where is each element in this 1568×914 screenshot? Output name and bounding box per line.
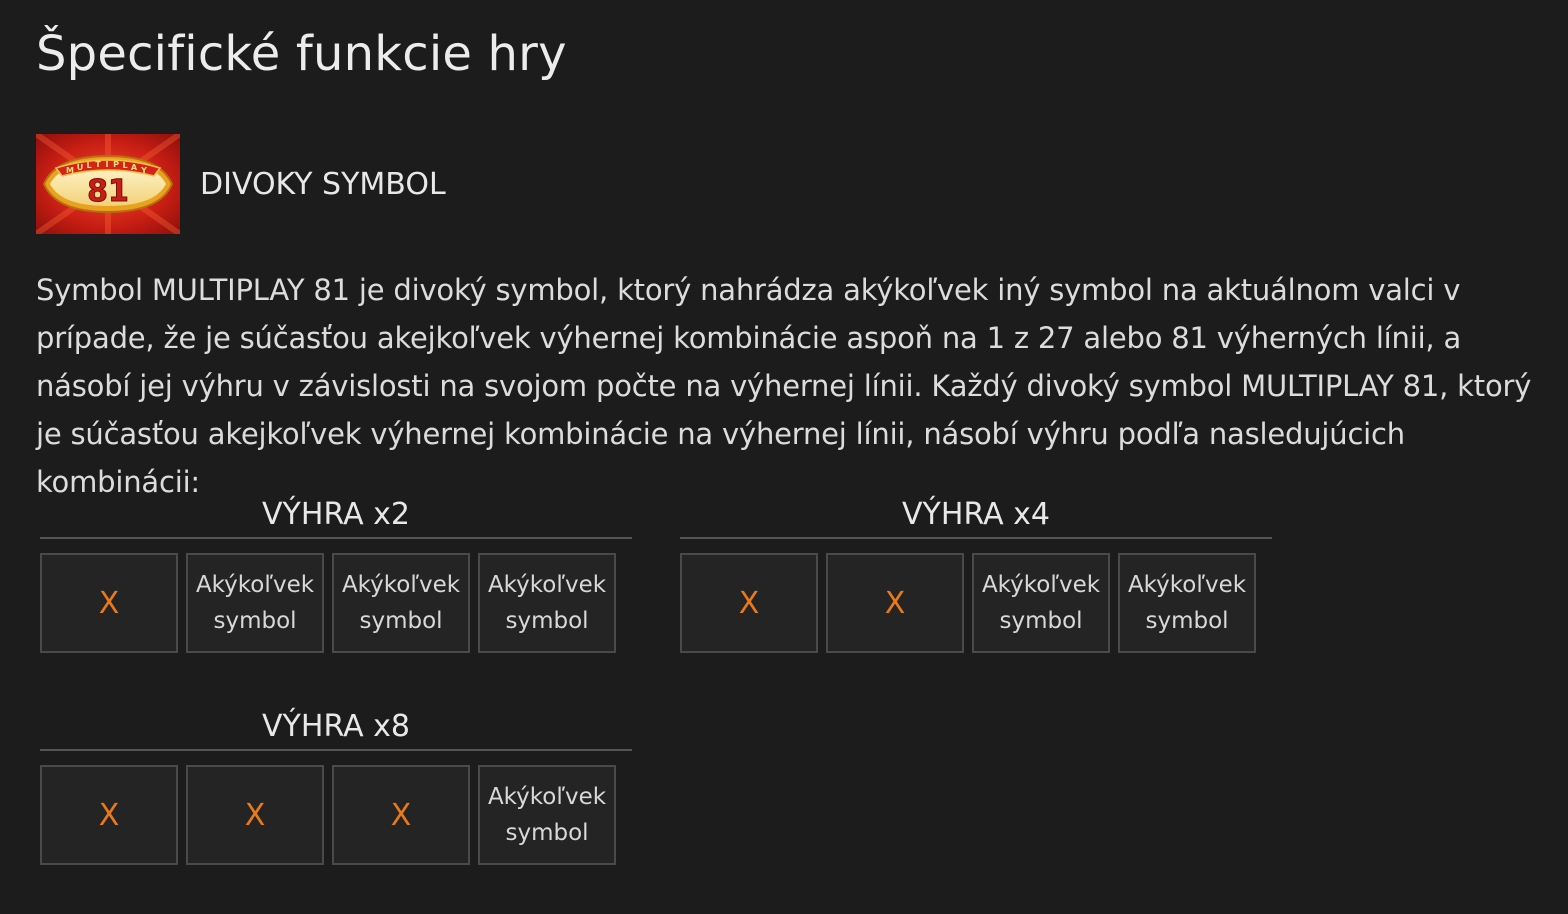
wild-marker: X [98, 797, 120, 833]
any-symbol-label: Akýkoľvek symbol [1127, 572, 1247, 634]
svg-text:U: U [77, 163, 84, 172]
any-symbol-label: Akýkoľvek symbol [487, 572, 607, 634]
combo-title: VÝHRA x4 [680, 493, 1272, 539]
svg-text:L: L [122, 161, 127, 170]
combo-cell-wild: X [40, 553, 178, 653]
any-symbol-label: Akýkoľvek symbol [487, 784, 607, 846]
combo-win-x2: VÝHRA x2 X Akýkoľvek symbol Akýkoľvek sy… [40, 493, 632, 653]
svg-text:M: M [66, 166, 74, 175]
feature-description: Symbol MULTIPLAY 81 je divoký symbol, kt… [36, 273, 1532, 499]
combo-cell-wild: X [40, 765, 178, 865]
wild-marker: X [98, 585, 120, 621]
multiplay-81-logo-icon: MULTIPLAY 81 [36, 134, 180, 234]
feature-name: DIVOKY SYMBOL [200, 166, 446, 202]
combo-title: VÝHRA x8 [40, 705, 632, 751]
combo-cell-wild: X [332, 765, 470, 865]
game-features-page: Špecifické funkcie hry M U L T I P L A Y… [0, 0, 1568, 914]
feature-header: MULTIPLAY 81 DIVOKY SYMBOL [36, 134, 446, 234]
any-symbol-label: Akýkoľvek symbol [195, 572, 315, 634]
svg-text:I: I [106, 160, 109, 169]
wild-marker: X [390, 797, 412, 833]
svg-text:L: L [86, 161, 91, 170]
any-symbol-label: Akýkoľvek symbol [341, 572, 461, 634]
combo-cell-any: Akýkoľvek symbol [186, 553, 324, 653]
svg-text:81: 81 [87, 174, 129, 209]
wild-marker: X [244, 797, 266, 833]
wild-marker: X [884, 585, 906, 621]
combo-cell-any: Akýkoľvek symbol [478, 553, 616, 653]
combo-cell-wild: X [826, 553, 964, 653]
svg-text:P: P [113, 160, 119, 169]
combo-cell-wild: X [186, 765, 324, 865]
svg-text:Y: Y [140, 166, 147, 175]
combo-cell-any: Akýkoľvek symbol [972, 553, 1110, 653]
svg-text:A: A [131, 163, 138, 172]
any-symbol-label: Akýkoľvek symbol [981, 572, 1101, 634]
combo-cell-any: Akýkoľvek symbol [332, 553, 470, 653]
combo-cell-any: Akýkoľvek symbol [478, 765, 616, 865]
combo-win-x8: VÝHRA x8 X X X Akýkoľvek symbol [40, 705, 632, 865]
combo-title: VÝHRA x2 [40, 493, 632, 539]
combo-cell-wild: X [680, 553, 818, 653]
page-title: Špecifické funkcie hry [36, 26, 567, 82]
wild-marker: X [738, 585, 760, 621]
combo-win-x4: VÝHRA x4 X X Akýkoľvek symbol Akýkoľvek … [680, 493, 1272, 653]
combo-cell-any: Akýkoľvek symbol [1118, 553, 1256, 653]
svg-text:T: T [95, 160, 101, 169]
